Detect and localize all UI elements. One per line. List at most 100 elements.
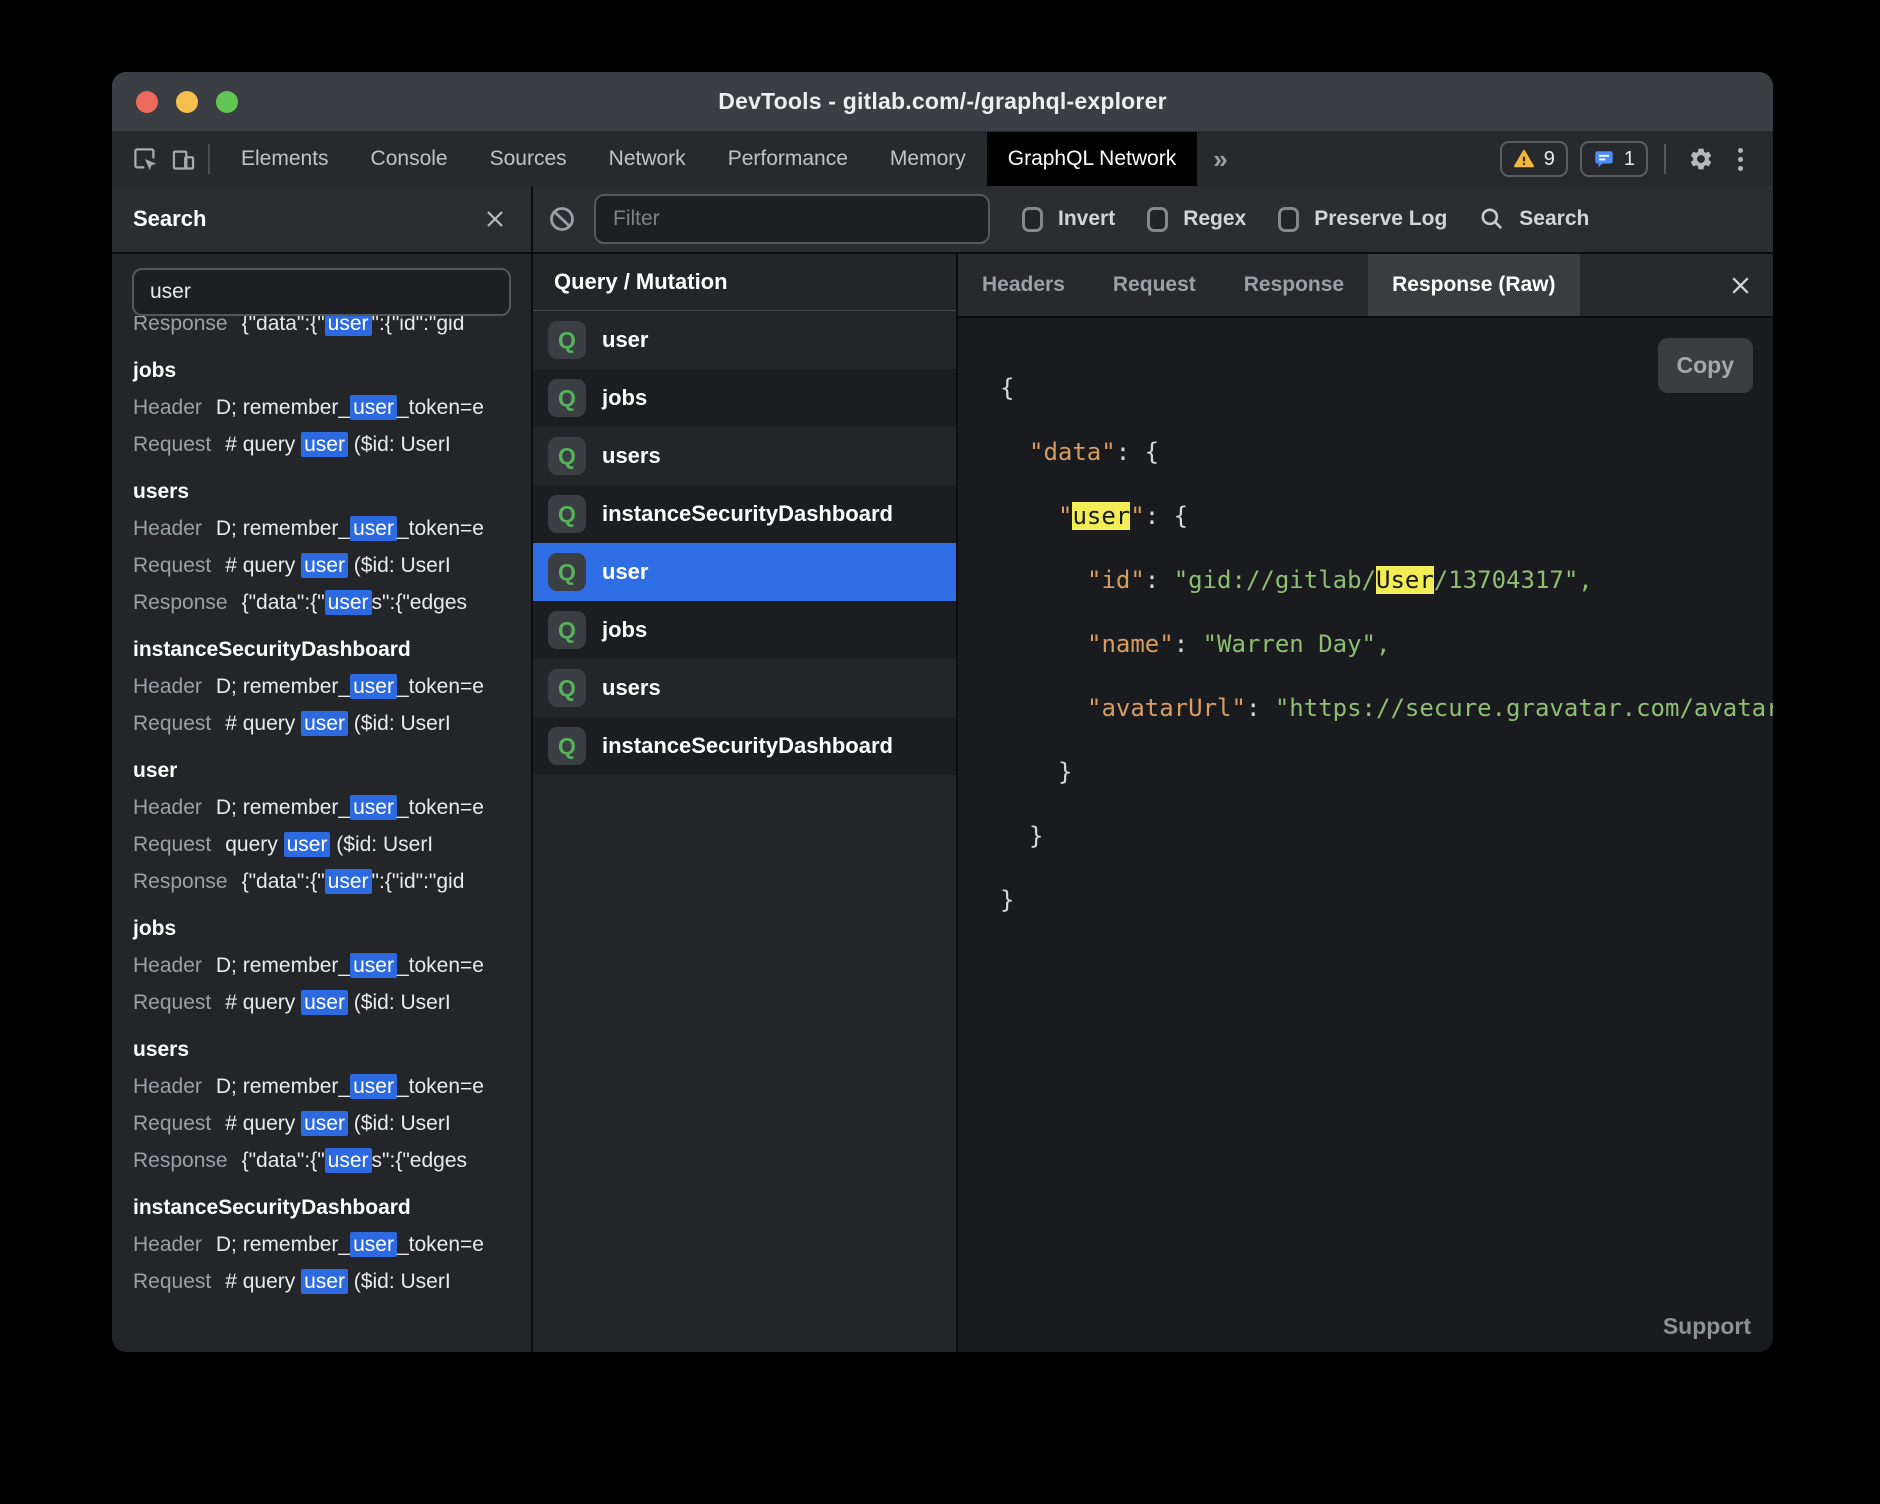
query-item-label: users <box>602 675 661 701</box>
text-segment: {"data":{" <box>242 1149 325 1172</box>
text-segment: ($id: UserI <box>348 991 451 1014</box>
detail-tab-response[interactable]: Response <box>1220 254 1368 316</box>
search-result-line[interactable]: Response{"data":{"users":{"edges <box>133 584 531 621</box>
search-result-line[interactable]: Response{"data":{"user":{"id":"gid <box>133 863 531 900</box>
search-result-line[interactable]: HeaderD; remember_user_token=e <box>133 389 531 426</box>
text-segment: {"data":{" <box>242 870 325 893</box>
query-list-item-instancesecuritydashboard[interactable]: QinstanceSecurityDashboard <box>533 485 956 543</box>
search-match-highlight: user <box>350 953 397 978</box>
search-match-highlight: user <box>301 1111 348 1136</box>
search-input[interactable] <box>132 268 511 316</box>
search-result-line[interactable]: Requestquery user ($id: UserI <box>133 826 531 863</box>
tabbar-right-controls: 9 1 <box>1500 138 1773 180</box>
tab-elements[interactable]: Elements <box>220 132 350 186</box>
more-menu-icon[interactable] <box>1732 148 1749 171</box>
query-type-icon: Q <box>548 321 586 359</box>
gear-icon[interactable] <box>1682 138 1720 180</box>
search-result-line[interactable]: Request# query user ($id: UserI <box>133 1105 531 1142</box>
invert-checkbox[interactable] <box>1022 207 1043 232</box>
search-result-line[interactable]: HeaderD; remember_user_token=e <box>133 1068 531 1105</box>
clear-icon[interactable] <box>548 205 576 233</box>
search-result-line[interactable]: Request# query user ($id: UserI <box>133 705 531 742</box>
search-result-group-title[interactable]: users <box>133 1031 531 1068</box>
filter-input[interactable] <box>594 194 990 244</box>
close-detail-icon[interactable] <box>1728 273 1753 298</box>
detail-tab-response-raw[interactable]: Response (Raw) <box>1368 254 1579 316</box>
search-result-group-title[interactable]: user <box>133 752 531 789</box>
warnings-badge[interactable]: 9 <box>1500 141 1568 177</box>
search-result-line[interactable]: HeaderD; remember_user_token=e <box>133 510 531 547</box>
query-list-item-users[interactable]: Qusers <box>533 427 956 485</box>
search-match-highlight: user <box>350 795 397 820</box>
search-result-line[interactable]: Request# query user ($id: UserI <box>133 1263 531 1300</box>
search-result-line[interactable]: HeaderD; remember_user_token=e <box>133 668 531 705</box>
close-search-icon[interactable] <box>483 207 507 231</box>
search-result-line[interactable]: Response{"data":{"users":{"edges <box>133 1142 531 1179</box>
query-list-item-user[interactable]: Quser <box>533 311 956 369</box>
device-toolbar-icon[interactable] <box>164 138 202 180</box>
result-line-label: Header <box>133 396 202 419</box>
json-token: "Warren Day", <box>1203 630 1391 658</box>
search-match-highlight: user <box>301 1269 348 1294</box>
result-line-label: Header <box>133 796 202 819</box>
text-segment: {"data":{" <box>242 591 325 614</box>
text-segment: ($id: UserI <box>348 1270 451 1293</box>
search-result-group-user: userHeaderD; remember_user_token=eReques… <box>133 752 531 900</box>
search-result-group-instancesecuritydashboard: instanceSecurityDashboardHeaderD; rememb… <box>133 631 531 742</box>
messages-badge[interactable]: 1 <box>1580 141 1648 177</box>
query-item-label: instanceSecurityDashboard <box>602 733 893 759</box>
regex-checkbox[interactable] <box>1147 207 1168 232</box>
query-list-item-jobs[interactable]: Qjobs <box>533 369 956 427</box>
search-result-group-title[interactable]: instanceSecurityDashboard <box>133 1189 531 1226</box>
toolbar-search[interactable]: Search <box>1479 206 1589 232</box>
json-token: /13704317", <box>1434 566 1593 594</box>
search-result-line[interactable]: HeaderD; remember_user_token=e <box>133 789 531 826</box>
query-list-item-jobs[interactable]: Qjobs <box>533 601 956 659</box>
tab-console[interactable]: Console <box>350 132 469 186</box>
minimize-traffic-button[interactable] <box>176 91 198 113</box>
close-traffic-button[interactable] <box>136 91 158 113</box>
tab-graphql-network[interactable]: GraphQL Network <box>987 132 1197 186</box>
json-token: "https://secure.gravatar.com/avatar <box>1275 694 1773 722</box>
tab-performance[interactable]: Performance <box>707 132 869 186</box>
query-list-item-users[interactable]: Qusers <box>533 659 956 717</box>
maximize-traffic-button[interactable] <box>216 91 238 113</box>
query-list-item-user[interactable]: Quser <box>533 543 956 601</box>
result-line-label: Header <box>133 517 202 540</box>
search-result-line[interactable]: HeaderD; remember_user_token=e <box>133 1226 531 1263</box>
graphql-network-panel: InvertRegexPreserve Log Search Query / M… <box>533 186 1773 1352</box>
search-result-group-title[interactable]: jobs <box>133 352 531 389</box>
inspect-element-icon[interactable] <box>126 138 164 180</box>
more-tabs-icon[interactable]: » <box>1197 144 1243 175</box>
json-token: { <box>1000 374 1014 402</box>
tabbar-divider <box>208 144 210 174</box>
text-segment: D; remember_ <box>216 954 350 977</box>
search-result-group-title[interactable]: jobs <box>133 910 531 947</box>
support-link[interactable]: Support <box>1663 1313 1751 1340</box>
warnings-count: 9 <box>1544 148 1555 171</box>
copy-button[interactable]: Copy <box>1658 338 1754 393</box>
search-result-line[interactable]: Request# query user ($id: UserI <box>133 984 531 1021</box>
tab-network[interactable]: Network <box>588 132 707 186</box>
preserve-log-checkbox[interactable] <box>1278 207 1299 232</box>
tab-sources[interactable]: Sources <box>469 132 588 186</box>
search-result-group-title[interactable]: users <box>133 473 531 510</box>
search-result-group-title[interactable]: instanceSecurityDashboard <box>133 631 531 668</box>
panel-tabs: ElementsConsoleSourcesNetworkPerformance… <box>220 132 1197 186</box>
text-segment: D; remember_ <box>216 517 350 540</box>
search-result-line[interactable]: HeaderD; remember_user_token=e <box>133 947 531 984</box>
search-result-line[interactable]: Request# query user ($id: UserI <box>133 547 531 584</box>
query-type-icon: Q <box>548 495 586 533</box>
detail-tab-headers[interactable]: Headers <box>958 254 1089 316</box>
detail-tab-request[interactable]: Request <box>1089 254 1220 316</box>
query-type-icon: Q <box>548 727 586 765</box>
search-results: Response{"data":{"user":{"id":"gidjobsHe… <box>112 316 531 1352</box>
search-icon <box>1479 206 1505 232</box>
json-token: } <box>1000 886 1014 914</box>
search-result-line[interactable]: Request# query user ($id: UserI <box>133 426 531 463</box>
text-segment: ($id: UserI <box>330 833 433 856</box>
search-result-group-jobs: jobsHeaderD; remember_user_token=eReques… <box>133 352 531 463</box>
tab-memory[interactable]: Memory <box>869 132 987 186</box>
query-list-item-instancesecuritydashboard[interactable]: QinstanceSecurityDashboard <box>533 717 956 775</box>
search-result-line-clipped[interactable]: Response{"data":{"user":{"id":"gid <box>133 316 531 342</box>
